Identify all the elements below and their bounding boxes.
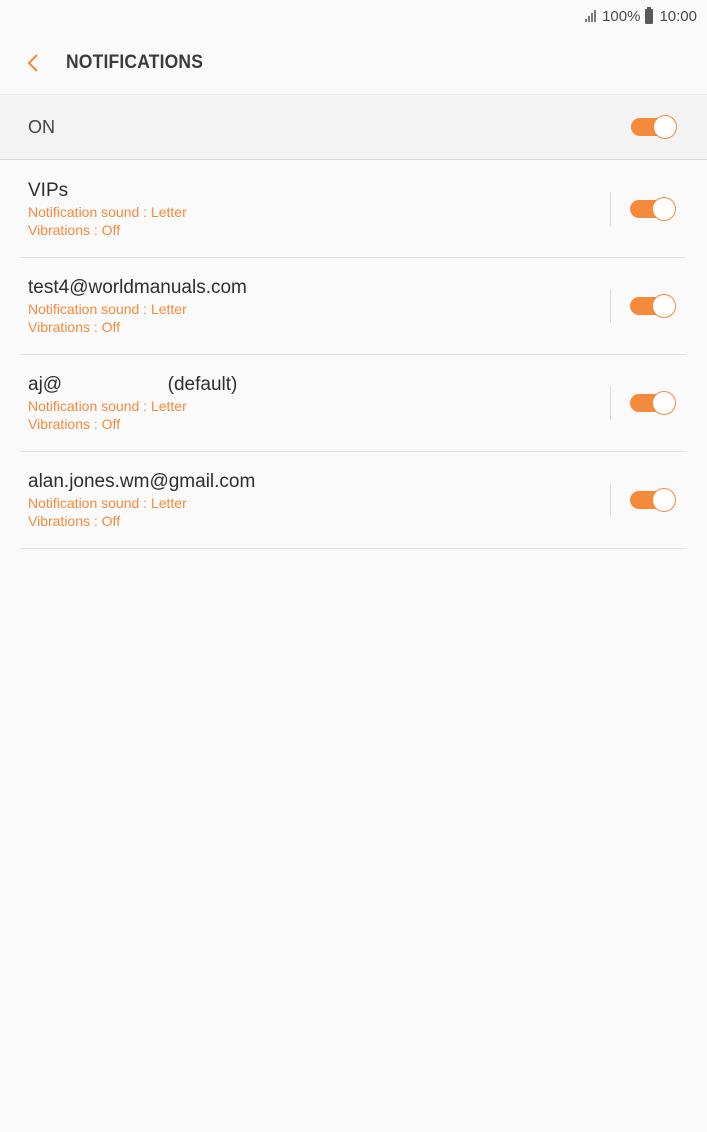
master-switch-label: ON xyxy=(28,116,55,137)
signal-icon xyxy=(585,10,597,22)
vips-toggle[interactable] xyxy=(630,197,676,221)
toggle-knob xyxy=(652,294,676,318)
back-button[interactable] xyxy=(0,32,66,94)
account-name: aj@ (default) xyxy=(28,374,238,395)
account-row-gmail[interactable]: alan.jones.wm@gmail.com Notification sou… xyxy=(20,452,686,549)
vibrations: Vibrations : Off xyxy=(28,319,121,335)
vibrations: Vibrations : Off xyxy=(28,416,121,432)
header: NOTIFICATIONS xyxy=(0,32,707,94)
clock: 10:00 xyxy=(659,7,697,25)
divider xyxy=(610,192,611,226)
master-toggle[interactable] xyxy=(631,115,677,139)
gmail-toggle[interactable] xyxy=(630,488,676,512)
notifications-screen: 100% 10:00 NOTIFICATIONS ON VIPs Notific… xyxy=(0,0,707,1132)
toggle-knob xyxy=(652,391,676,415)
notification-sound: Notification sound : Letter xyxy=(28,204,187,220)
notification-sound: Notification sound : Letter xyxy=(28,495,187,511)
status-bar: 100% 10:00 xyxy=(0,0,707,32)
divider xyxy=(610,483,611,517)
account-info: test4@worldmanuals.com Notification soun… xyxy=(20,276,610,336)
account-info: alan.jones.wm@gmail.com Notification sou… xyxy=(20,470,610,530)
account-name: VIPs xyxy=(28,180,69,201)
toggle-knob xyxy=(652,197,676,221)
notification-sound: Notification sound : Letter xyxy=(28,301,187,317)
master-switch-row[interactable]: ON xyxy=(0,94,707,160)
toggle-knob xyxy=(652,488,676,512)
account-row-test4[interactable]: test4@worldmanuals.com Notification soun… xyxy=(20,258,686,355)
vibrations: Vibrations : Off xyxy=(28,222,121,238)
battery-percent: 100% xyxy=(602,7,641,25)
account-row-vips[interactable]: VIPs Notification sound : Letter Vibrati… xyxy=(20,161,686,258)
page-title: NOTIFICATIONS xyxy=(66,52,204,73)
divider xyxy=(610,289,611,323)
notification-sound: Notification sound : Letter xyxy=(28,398,187,414)
vibrations: Vibrations : Off xyxy=(28,513,121,529)
account-name: alan.jones.wm@gmail.com xyxy=(28,471,256,492)
account-name: test4@worldmanuals.com xyxy=(28,277,247,298)
aj-toggle[interactable] xyxy=(630,391,676,415)
toggle-knob xyxy=(653,115,677,139)
account-info: aj@ (default) Notification sound : Lette… xyxy=(20,373,610,433)
back-arrow-icon xyxy=(27,54,38,72)
divider xyxy=(610,386,611,420)
account-info: VIPs Notification sound : Letter Vibrati… xyxy=(20,179,610,239)
test4-toggle[interactable] xyxy=(630,294,676,318)
account-row-aj-default[interactable]: aj@ (default) Notification sound : Lette… xyxy=(20,355,686,452)
battery-icon xyxy=(645,6,654,24)
account-list: VIPs Notification sound : Letter Vibrati… xyxy=(20,161,686,549)
